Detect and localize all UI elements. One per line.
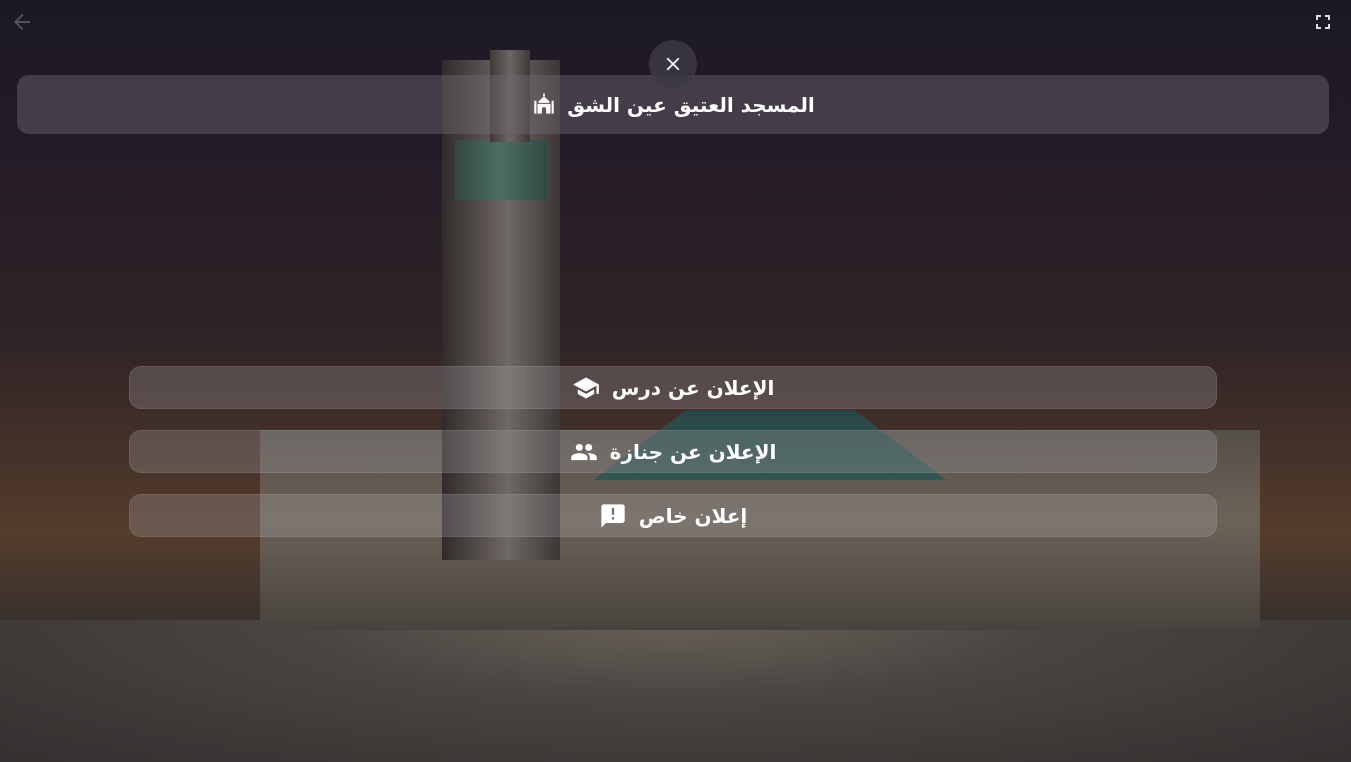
announcement-menu: الإعلان عن درس الإعلان عن جنازة إعلان خا…	[129, 366, 1217, 537]
graduation-cap-icon	[572, 374, 600, 402]
close-icon	[662, 53, 684, 75]
menu-item-label: الإعلان عن جنازة	[609, 439, 777, 464]
announce-funeral-button[interactable]: الإعلان عن جنازة	[129, 430, 1217, 473]
close-button[interactable]	[649, 40, 697, 88]
private-announcement-button[interactable]: إعلان خاص	[129, 494, 1217, 537]
group-icon	[570, 438, 598, 466]
menu-item-label: الإعلان عن درس	[611, 375, 775, 400]
fullscreen-icon[interactable]	[1311, 10, 1335, 34]
announce-lesson-button[interactable]: الإعلان عن درس	[129, 366, 1217, 409]
app-screen: المسجد العتيق عين الشق الإعلان عن درس ال…	[0, 0, 1351, 762]
announcement-icon	[599, 502, 627, 530]
arrow-back-icon[interactable]	[10, 10, 34, 34]
page-title: المسجد العتيق عين الشق	[567, 92, 815, 117]
mosque-icon	[531, 92, 557, 118]
menu-item-label: إعلان خاص	[638, 503, 748, 528]
